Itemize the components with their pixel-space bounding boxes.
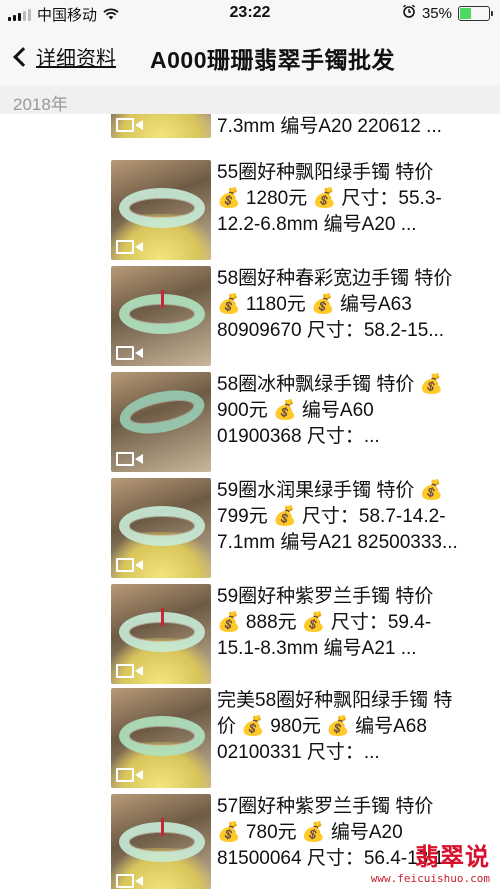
video-thumbnail[interactable]	[111, 266, 211, 366]
navigation-bar: 详细资料 A000珊珊翡翠手镯批发	[0, 28, 500, 86]
status-right: 35%	[402, 4, 493, 22]
video-icon	[116, 874, 144, 888]
description-line: 02100331 尺寸：...	[217, 742, 380, 763]
video-icon	[116, 452, 144, 466]
video-icon	[116, 664, 144, 678]
item-description[interactable]: 完美58圈好种飘阳绿手镯 特 价 💰 980元 💰 编号A68 02100331…	[217, 688, 497, 766]
description-line: 完美58圈好种飘阳绿手镯 特	[217, 690, 453, 711]
description-line: 15.1-8.3mm 编号A21 ...	[217, 638, 417, 659]
video-thumbnail[interactable]	[111, 794, 211, 889]
description-line: 799元 💰 尺寸：58.7-14.2-	[217, 506, 446, 527]
item-description[interactable]: 55圈好种飘阳绿手镯 特价 💰 1280元 💰 尺寸：55.3- 12.2-6.…	[217, 160, 497, 238]
moments-list: 7.3mm 编号A20 220612 ... 55圈好种飘阳绿手镯 特价 💰 1…	[0, 114, 500, 889]
year-header: 2018年	[0, 86, 500, 114]
description-line: 57圈好种紫罗兰手镯 特价	[217, 796, 434, 817]
description-line: 58圈冰种飘绿手镯 特价 💰	[217, 374, 444, 395]
item-description[interactable]: 58圈好种春彩宽边手镯 特价 💰 1180元 💰 编号A63 80909670 …	[217, 266, 497, 344]
video-thumbnail[interactable]	[111, 478, 211, 578]
description-line: 7.3mm 编号A20 220612 ...	[217, 116, 442, 137]
watermark-logo: 翡翠说	[415, 844, 490, 871]
item-description[interactable]: 58圈冰种飘绿手镯 特价 💰 900元 💰 编号A60 01900368 尺寸：…	[217, 372, 497, 450]
description-line: 💰 1180元 💰 编号A63	[217, 294, 412, 315]
video-icon	[116, 118, 144, 132]
video-icon	[116, 558, 144, 572]
description-line: 💰 1280元 💰 尺寸：55.3-	[217, 188, 442, 209]
video-thumbnail[interactable]	[111, 584, 211, 684]
video-thumbnail[interactable]	[111, 114, 211, 138]
status-bar: 中国移动 23:22 35%	[0, 0, 500, 28]
description-line: 900元 💰 编号A60	[217, 400, 374, 421]
watermark-url: www.feicuishuo.com	[370, 872, 490, 885]
alarm-icon	[402, 4, 416, 22]
description-line: 59圈好种紫罗兰手镯 特价	[217, 586, 434, 607]
item-description[interactable]: 7.3mm 编号A20 220612 ...	[217, 114, 497, 140]
battery-icon	[458, 5, 493, 21]
video-thumbnail[interactable]	[111, 688, 211, 788]
video-icon	[116, 768, 144, 782]
description-line: 58圈好种春彩宽边手镯 特价	[217, 268, 453, 289]
video-thumbnail[interactable]	[111, 372, 211, 472]
item-description[interactable]: 59圈水润果绿手镯 特价 💰 799元 💰 尺寸：58.7-14.2- 7.1m…	[217, 478, 497, 556]
video-thumbnail[interactable]	[111, 160, 211, 260]
description-line: 7.1mm 编号A21 82500333...	[217, 532, 458, 553]
back-label: 详细资料	[36, 48, 116, 70]
description-line: 💰 888元 💰 尺寸：59.4-	[217, 612, 432, 633]
year-label: 2018年	[13, 95, 68, 114]
description-line: 55圈好种飘阳绿手镯 特价	[217, 162, 434, 183]
description-line: 80909670 尺寸：58.2-15...	[217, 320, 445, 341]
item-description[interactable]: 59圈好种紫罗兰手镯 特价 💰 888元 💰 尺寸：59.4- 15.1-8.3…	[217, 584, 497, 662]
video-icon	[116, 346, 144, 360]
watermark: 翡翠说 www.feicuishuo.com	[371, 837, 490, 885]
back-button[interactable]: 详细资料	[10, 42, 116, 71]
battery-percent: 35%	[421, 4, 452, 22]
video-icon	[116, 240, 144, 254]
chevron-left-icon	[13, 46, 33, 67]
description-line: 59圈水润果绿手镯 特价 💰	[217, 480, 444, 501]
description-line: 01900368 尺寸：...	[217, 426, 380, 447]
page-title: A000珊珊翡翠手镯批发	[150, 47, 395, 73]
description-line: 价 💰 980元 💰 编号A68	[217, 716, 427, 737]
battery-fill	[460, 7, 471, 19]
description-line: 12.2-6.8mm 编号A20 ...	[217, 214, 417, 235]
